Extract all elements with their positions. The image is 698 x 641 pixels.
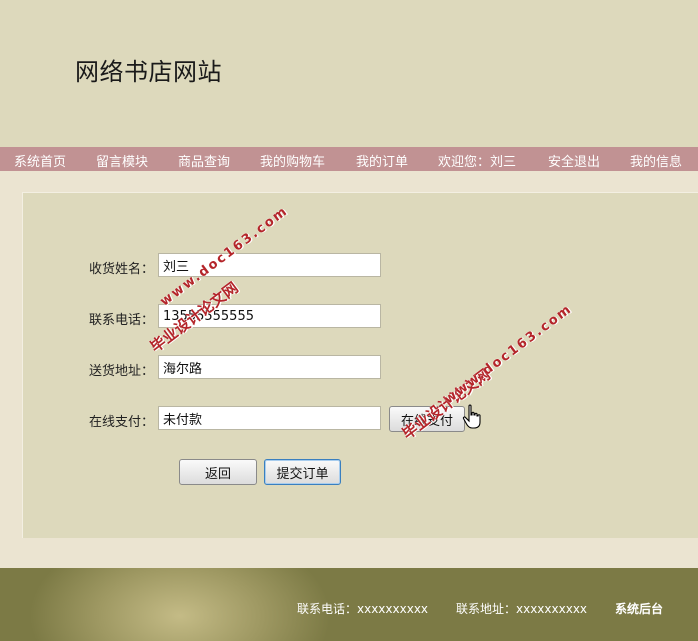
nav-item-my-info[interactable]: 我的信息 [630,151,682,170]
nav-item-product-search[interactable]: 商品查询 [178,151,230,170]
nav-item-logout[interactable]: 安全退出 [548,151,600,170]
name-label: 收货姓名： [89,262,155,277]
payment-label: 在线支付： [89,415,155,430]
nav-bar: 系统首页 留言模块 商品查询 我的购物车 我的订单 欢迎您：刘三 安全退出 我的… [0,147,698,171]
nav-item-cart[interactable]: 我的购物车 [260,151,325,170]
hand-cursor-icon [462,404,481,429]
site-title: 网络书店网站 [75,58,222,86]
nav-item-orders[interactable]: 我的订单 [356,151,408,170]
phone-label: 联系电话： [89,313,155,328]
submit-order-button[interactable]: 提交订单 [264,459,341,485]
address-input[interactable] [158,355,381,379]
nav-item-home[interactable]: 系统首页 [14,151,66,170]
nav-item-messages[interactable]: 留言模块 [96,151,148,170]
back-button[interactable]: 返回 [179,459,257,485]
payment-status-input[interactable] [158,406,381,430]
footer-address: 联系地址：xxxxxxxxxx [456,602,588,616]
footer-phone: 联系电话：xxxxxxxxxx [297,602,429,616]
address-label: 送货地址： [89,364,155,379]
nav-item-welcome: 欢迎您：刘三 [438,155,517,170]
header: 网络书店网站 [0,0,698,147]
footer-admin-link[interactable]: 系统后台 [615,600,663,617]
